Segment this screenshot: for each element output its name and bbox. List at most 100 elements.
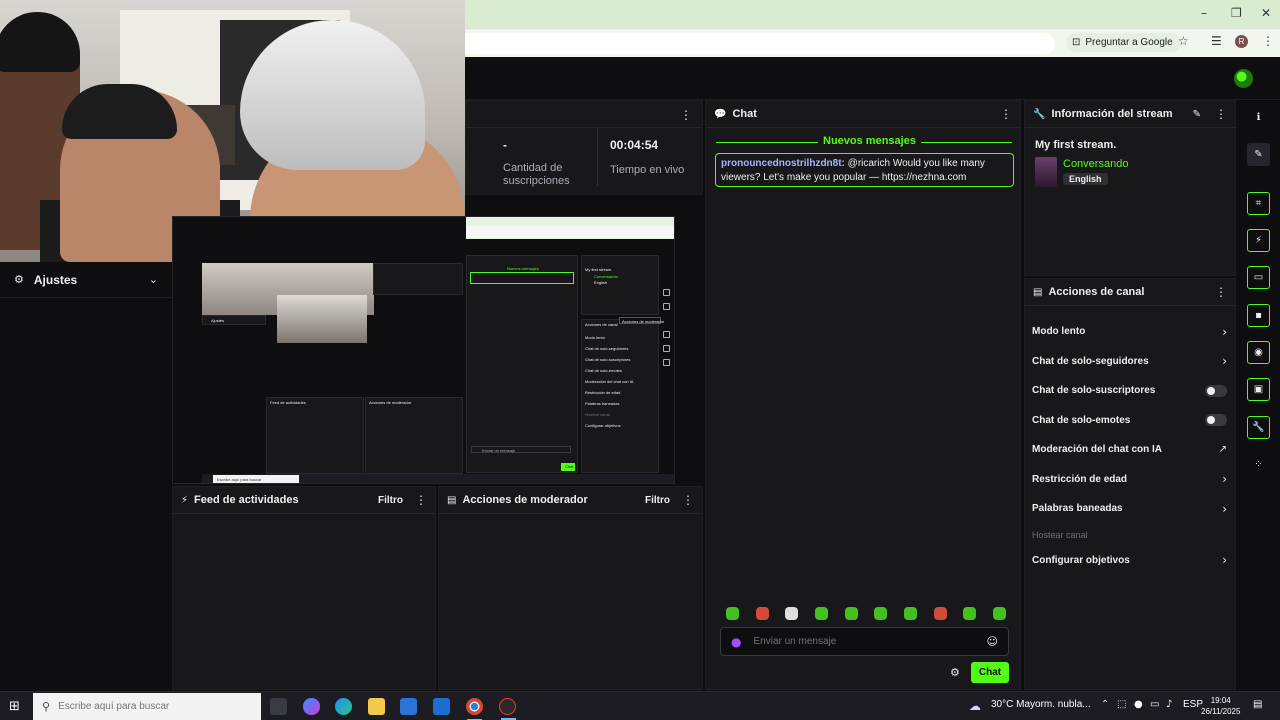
volume-icon[interactable]: ♪ [1166, 699, 1172, 710]
bookmark-star-icon[interactable]: ☆ [1178, 34, 1189, 48]
chat-rail-icon[interactable]: ▪ [1247, 304, 1270, 327]
lightning-rail-icon[interactable]: ⚡ [1247, 229, 1270, 252]
copilot-icon[interactable] [303, 698, 320, 715]
mirror-canal-item: Chat de solo-seguidores [585, 346, 629, 351]
microsoft-store-icon[interactable] [400, 698, 417, 715]
stream-info-header: 🔧 Información del stream ✎ ⋮ [1025, 101, 1235, 128]
chat-panel: 💬 Chat ⋮ Nuevos mensajes pronouncednostr… [705, 100, 1021, 690]
mirror-feed-label: Feed de actividades [270, 400, 306, 405]
mirror-canal-item: Palabras baneadas [585, 401, 620, 406]
emote-button[interactable] [755, 607, 769, 620]
info-icon[interactable]: ℹ [1247, 106, 1270, 129]
emote-button[interactable] [844, 607, 858, 620]
stream-info-menu-icon[interactable]: ⋮ [1215, 107, 1227, 121]
chat-message[interactable]: pronouncednostrilhzdn8t: @ricarich Would… [715, 153, 1014, 187]
external-link-icon: ↗ [1218, 444, 1227, 456]
user-avatar[interactable] [1234, 69, 1253, 88]
weather-cloud-icon[interactable]: ☁ [969, 699, 981, 713]
windows-start-icon[interactable]: ⊞ [9, 699, 20, 714]
channel-actions-menu-icon[interactable]: ⋮ [1215, 285, 1227, 299]
stat-live-time: 00:04:54 Tiempo en vivo [610, 138, 684, 177]
emote-button[interactable] [874, 607, 888, 620]
emote-button[interactable] [814, 607, 828, 620]
stream-title: My first stream. [1035, 139, 1117, 151]
emotes-only-toggle[interactable] [1205, 414, 1227, 427]
mirror-chat-message [470, 272, 574, 284]
wrench-rail-icon[interactable]: 🔧 [1247, 416, 1270, 439]
mail-icon[interactable] [433, 698, 450, 715]
microphone-icon[interactable]: ● [731, 635, 741, 649]
tray-chevron-up-icon[interactable]: ⌃ [1101, 699, 1109, 710]
obs-studio-icon[interactable] [499, 698, 516, 720]
moderator-actions-menu-icon[interactable]: ⋮ [682, 493, 694, 507]
mirror-rail-button [663, 359, 670, 366]
broadcast-rail-icon[interactable]: ◉ [1247, 341, 1270, 364]
card-rail-icon[interactable]: ▭ [1247, 266, 1270, 289]
gear-icon: ⚙ [14, 273, 24, 286]
emote-button[interactable] [963, 607, 977, 620]
input-language[interactable]: ESP [1183, 699, 1203, 710]
channel-action-age-restriction[interactable]: Restricción de edad › [1025, 465, 1237, 495]
clip-rail-icon[interactable]: ⌗ [1247, 192, 1270, 215]
edge-browser-icon[interactable] [335, 698, 352, 715]
emote-button[interactable] [726, 607, 739, 620]
weather-label[interactable]: 30°C Mayorm. nubla... [991, 699, 1091, 710]
channel-action-slow-mode[interactable]: Modo lento › [1025, 317, 1237, 347]
mirror-canal-item: Hostear canal [585, 412, 610, 417]
webcam-cap-left [0, 12, 80, 72]
chat-bubble-icon: 💬 [714, 108, 727, 120]
channel-action-configure-goals[interactable]: Configurar objetivos › [1025, 546, 1237, 576]
taskbar-clock[interactable]: 19:04 26/11/2025 [1201, 695, 1240, 717]
emote-button[interactable] [785, 607, 799, 620]
emoji-picker-icon[interactable]: ☺ [987, 635, 998, 648]
url-field[interactable] [465, 33, 1055, 54]
search-icon: ⚲ [42, 700, 51, 713]
stream-category[interactable]: Conversando [1063, 158, 1128, 170]
chat-menu-icon[interactable]: ⋮ [1000, 107, 1012, 121]
chat-input-box: ● ☺ [720, 627, 1009, 656]
file-explorer-icon[interactable] [368, 698, 385, 715]
activity-feed-filter-button[interactable]: Filtro [378, 495, 403, 506]
channel-action-ai-moderation[interactable]: Moderación del chat con IA ↗ [1025, 435, 1237, 465]
task-view-icon[interactable] [270, 698, 287, 715]
chrome-browser-icon[interactable] [466, 698, 483, 720]
close-window-button[interactable]: ✕ [1261, 6, 1271, 20]
ajustes-panel-header[interactable]: ⚙ Ajustes ⌄ [0, 262, 172, 298]
chat-send-button[interactable]: Chat [971, 662, 1009, 683]
subscribers-only-toggle[interactable] [1205, 384, 1227, 397]
notifications-icon[interactable]: ▤ [1253, 699, 1262, 710]
profile-avatar[interactable]: R [1235, 35, 1248, 48]
tray-app-icon[interactable]: ⬚ [1117, 699, 1126, 710]
moderator-actions-filter-button[interactable]: Filtro [645, 495, 670, 506]
chat-settings-gear-icon[interactable]: ⚙ [950, 666, 960, 679]
taskbar-search-input[interactable] [58, 701, 239, 712]
chat-message-input[interactable] [753, 636, 987, 647]
ask-google-button[interactable]: ⊡ Preguntar a Google [1066, 33, 1181, 52]
network-icon[interactable]: ▭ [1150, 699, 1159, 710]
reading-list-icon[interactable]: ☰ [1211, 34, 1222, 48]
microphone-tray-icon[interactable]: ● [1134, 699, 1143, 710]
mirror-language: English [594, 280, 608, 285]
moderator-actions-header: ▤ Acciones de moderador Filtro ⋮ [439, 487, 702, 514]
browser-menu-icon[interactable]: ⋮ [1262, 34, 1274, 48]
minimize-button[interactable]: – [1201, 6, 1207, 20]
maximize-button[interactable]: ❐ [1231, 6, 1242, 20]
chat-message-username[interactable]: pronouncednostrilhzdn8t: [721, 158, 845, 169]
channel-action-followers-only[interactable]: Chat de solo-seguidores › [1025, 347, 1237, 377]
edit-pencil-rail-icon[interactable]: ✎ [1247, 143, 1270, 166]
channel-actions-list: Modo lento › Chat de solo-seguidores › C… [1025, 317, 1237, 575]
channel-action-banned-words[interactable]: Palabras baneadas › [1025, 494, 1237, 524]
mirror-canal-item: Moderación del chat con IA [585, 379, 634, 384]
activity-feed-menu-icon[interactable]: ⋮ [415, 493, 427, 507]
channel-action-label: Modo lento [1032, 326, 1086, 338]
mirror-tooltip: Acciones de moderador [619, 317, 664, 324]
emote-button[interactable] [903, 607, 917, 620]
mod-actions-rail-icon[interactable]: ▣ [1247, 378, 1270, 401]
stats-menu-icon[interactable]: ⋮ [680, 108, 692, 122]
apps-rail-icon[interactable]: ⁘ [1247, 453, 1270, 476]
emote-button[interactable] [933, 607, 947, 620]
emote-button[interactable] [992, 607, 1006, 620]
edit-pencil-icon[interactable]: ✎ [1193, 109, 1201, 120]
channel-action-label: Restricción de edad [1032, 473, 1128, 485]
windows-taskbar: ⊞ ⚲ ☁ 30°C Mayorm. nubla... ⌃ ⬚ ● ▭ ♪ ES… [0, 691, 1280, 720]
